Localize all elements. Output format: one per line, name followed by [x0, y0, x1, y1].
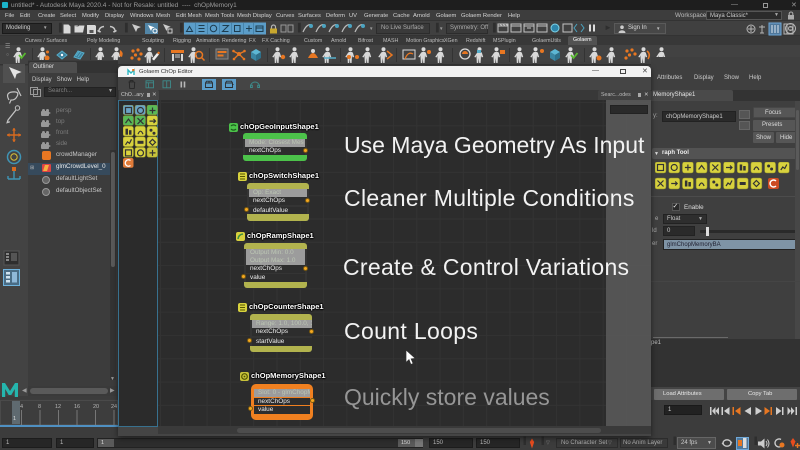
svg-text:24: 24 [111, 404, 117, 410]
svg-text:8: 8 [38, 404, 41, 410]
svg-text:4: 4 [20, 404, 23, 410]
svg-text:20: 20 [93, 404, 99, 410]
svg-text:12: 12 [55, 404, 61, 410]
svg-text:16: 16 [74, 404, 80, 410]
